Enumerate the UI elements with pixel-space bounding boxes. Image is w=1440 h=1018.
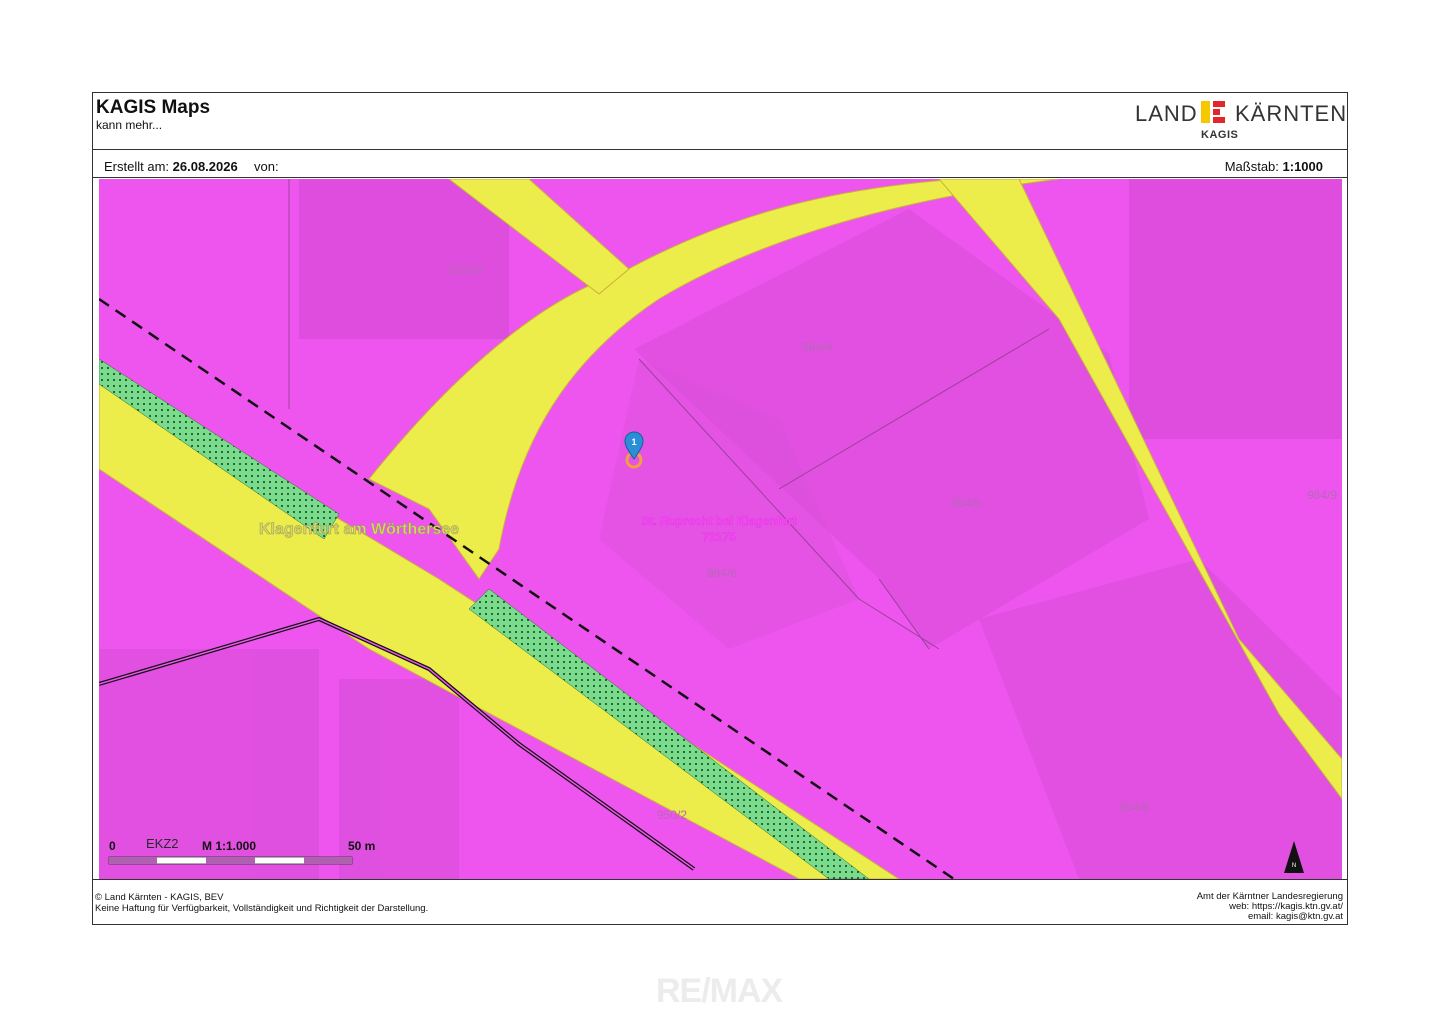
email-link[interactable]: email: kagis@ktn.gv.at bbox=[1197, 912, 1343, 922]
marker-number: 1 bbox=[631, 437, 636, 447]
scale-label: Maßstab: bbox=[1224, 159, 1279, 174]
footer: © Land Kärnten - KAGIS, BEV Keine Haftun… bbox=[93, 879, 1347, 925]
land-kaernten-logo: LAND KÄRNTEN KAGIS bbox=[1135, 99, 1346, 145]
created-label: Erstellt am: bbox=[104, 159, 170, 174]
cadastral-name-label: St. Ruprecht bei Klagenfurt bbox=[641, 514, 796, 528]
disclaimer-text: Keine Haftung für Verfügbarkeit, Vollstä… bbox=[95, 903, 429, 914]
scale-value: 1:1000 bbox=[1282, 159, 1323, 174]
app-title: KAGIS Maps bbox=[96, 97, 211, 118]
map-canvas[interactable]: 1029/2 984/4 984/5 984/9 984/6 984/8 950… bbox=[99, 179, 1342, 879]
map-print-frame: KAGIS Maps kann mehr... LAND KÄRNTEN KAG… bbox=[92, 92, 1348, 925]
created-date: 26.08.2026 bbox=[172, 159, 238, 174]
logo-kagis-text: KAGIS bbox=[1201, 129, 1239, 141]
scalebar-scale-text: M 1:1.000 bbox=[202, 839, 256, 853]
parcel-984-5-label: 984/5 bbox=[951, 496, 981, 510]
scalebar-zone-label: EKZ2 bbox=[146, 836, 179, 851]
parcel-984-4-label: 984/4 bbox=[802, 340, 832, 354]
cadastral-number-label: 72175 bbox=[702, 530, 736, 544]
scale-info: Maßstab: 1:1000 bbox=[1225, 159, 1323, 174]
parcel-984-8-label: 984/8 bbox=[1119, 800, 1149, 814]
coat-of-arms-icon bbox=[1201, 101, 1225, 123]
info-bar: Erstellt am: 26.08.2026 von: Maßstab: 1:… bbox=[93, 150, 1347, 178]
scalebar-start-label: 0 bbox=[109, 839, 116, 853]
parcel-950-2-label: 950/2 bbox=[657, 808, 687, 822]
created-info: Erstellt am: 26.08.2026 bbox=[104, 159, 238, 174]
north-label: N bbox=[1292, 863, 1296, 869]
municipality-label: Klagenfurt am Wörthersee bbox=[259, 521, 459, 538]
copyright-text: © Land Kärnten - KAGIS, BEV bbox=[95, 892, 224, 903]
scalebar-end-label: 50 m bbox=[348, 839, 375, 853]
footer-left: © Land Kärnten - KAGIS, BEV Keine Haftun… bbox=[95, 892, 428, 914]
map-view[interactable]: 1029/2 984/4 984/5 984/9 984/6 984/8 950… bbox=[99, 179, 1342, 879]
footer-right: Amt der Kärntner Landesregierung web: ht… bbox=[1197, 892, 1343, 922]
parcel-984-6-label: 984/6 bbox=[707, 566, 737, 580]
parcel-1029-2-label: 1029/2 bbox=[446, 263, 483, 277]
logo-land-text: LAND bbox=[1135, 101, 1198, 126]
parcel-984-9-label: 984/9 bbox=[1307, 488, 1337, 502]
logo-kaernten-text: KÄRNTEN bbox=[1235, 101, 1348, 126]
remax-watermark: RE/MAX bbox=[656, 972, 783, 1010]
from-label: von: bbox=[254, 159, 279, 174]
header: KAGIS Maps kann mehr... LAND KÄRNTEN KAG… bbox=[93, 93, 1347, 150]
app-subtitle: kann mehr... bbox=[96, 118, 163, 132]
